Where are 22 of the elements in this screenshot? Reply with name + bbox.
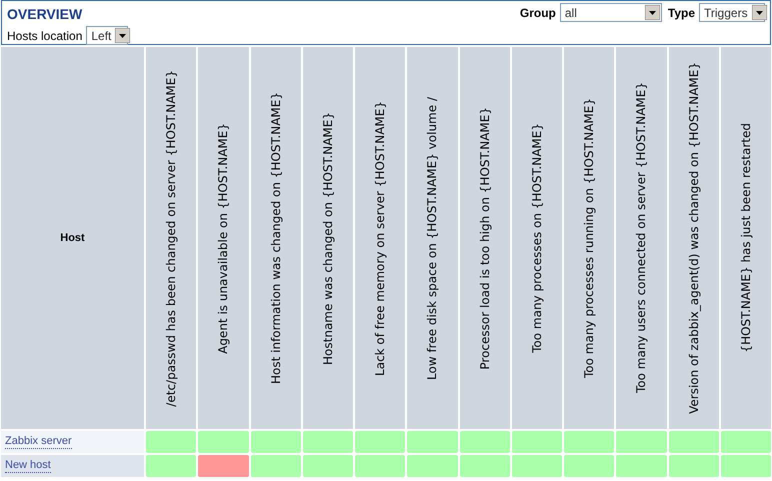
trigger-name: Host information was changed on {HOST.NAME} bbox=[268, 92, 284, 384]
hosts-location-label: Hosts location bbox=[7, 28, 82, 44]
trigger-name: Agent is unavailable on {HOST.NAME} bbox=[215, 122, 232, 354]
trigger-name: Too many processes running on {HOST.NAME} bbox=[581, 98, 598, 378]
trigger-name: Processor load is too high on {HOST.NAME} bbox=[476, 106, 493, 370]
group-select[interactable]: all bbox=[560, 3, 662, 22]
trigger-name: Hostname was changed on {HOST.NAME} bbox=[320, 112, 336, 364]
host-heading: Host bbox=[60, 230, 85, 246]
type-label: Type bbox=[668, 4, 695, 22]
trigger-name: Low free disk space on {HOST.NAME} volume / bbox=[424, 96, 440, 380]
trigger-name: Lack of free memory on server {HOST.NAME} bbox=[372, 100, 388, 376]
trigger-name: Too many users connected on server {HOST.NAME} bbox=[633, 82, 650, 394]
trigger-name: Version of zabbix_agent(d) was changed on {HOST.NAME} bbox=[686, 62, 702, 414]
page-title: OVERVIEW bbox=[7, 6, 82, 20]
trigger-name: Too many processes on {HOST.NAME} bbox=[528, 123, 545, 353]
trigger-name: {HOST.NAME} has just been restarted bbox=[738, 123, 754, 353]
host-link[interactable]: New host bbox=[5, 458, 51, 474]
type-select[interactable]: Triggers bbox=[699, 3, 765, 22]
group-label: Group bbox=[520, 4, 556, 22]
trigger-name: /etc/passwd has been changed on server {HOST.NAME} bbox=[163, 70, 180, 406]
hosts-location-select[interactable]: Left bbox=[86, 26, 128, 45]
host-link[interactable]: Zabbix server bbox=[5, 434, 72, 450]
